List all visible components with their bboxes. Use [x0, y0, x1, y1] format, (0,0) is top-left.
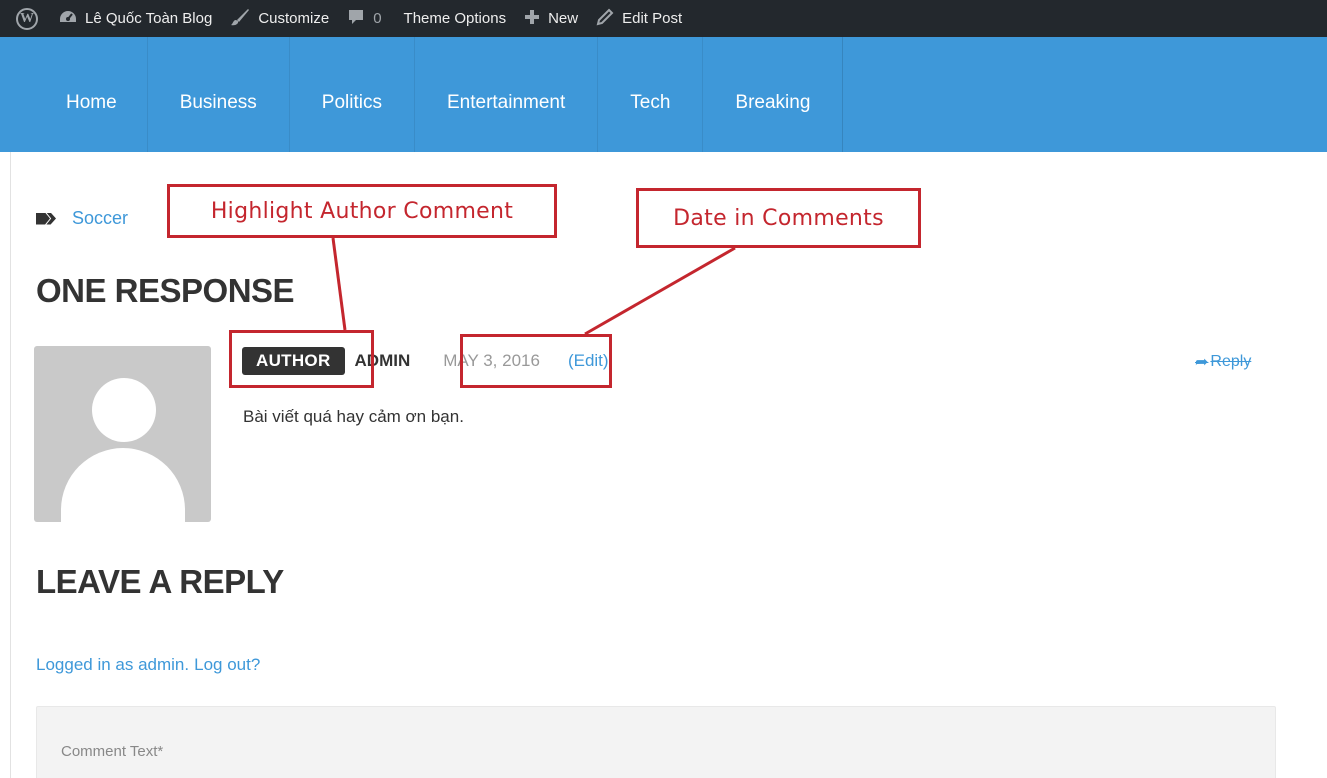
- customize-label: Customize: [258, 10, 330, 27]
- main-navigation: Home Business Politics Entertainment Tec…: [0, 37, 1327, 152]
- nav-item-entertainment[interactable]: Entertainment: [415, 37, 599, 152]
- edit-post-label: Edit Post: [622, 10, 683, 27]
- comments-link[interactable]: 0: [338, 0, 394, 37]
- reply-heading: LEAVE A REPLY: [36, 563, 284, 600]
- content-divider: [10, 152, 11, 778]
- comment-text: Bài viết quá hay cảm ơn bạn.: [243, 407, 464, 426]
- site-name-label: Lê Quốc Toàn Blog: [85, 10, 213, 27]
- logout-link[interactable]: Log out?: [194, 655, 260, 675]
- reply-arrow-icon: ➦: [1195, 354, 1209, 371]
- dashboard-icon: [59, 9, 77, 29]
- admin-bar: W Lê Quốc Toàn Blog Customize 0 Theme Op…: [0, 0, 1327, 37]
- logged-in-notice: Logged in as admin. Log out?: [36, 655, 260, 675]
- customize-link[interactable]: Customize: [221, 0, 338, 37]
- tags-icon: [36, 211, 58, 227]
- comment-textarea[interactable]: Comment Text*: [36, 706, 1276, 778]
- pencil-icon: [596, 8, 614, 30]
- plus-icon: [524, 9, 540, 29]
- theme-options-link[interactable]: Theme Options: [395, 0, 516, 37]
- post-tags: Soccer: [36, 208, 128, 229]
- comment-placeholder: Comment Text*: [61, 743, 164, 760]
- annotation-highlight-author: Highlight Author Comment: [167, 184, 557, 238]
- annotation-date-in-comments: Date in Comments: [636, 188, 921, 248]
- avatar-body-shape: [61, 448, 185, 522]
- edit-post-link[interactable]: Edit Post: [587, 0, 691, 37]
- avatar: [34, 346, 211, 522]
- reply-label: Reply: [1210, 353, 1252, 370]
- nav-item-tech[interactable]: Tech: [598, 37, 704, 152]
- nav-item-politics[interactable]: Politics: [290, 37, 415, 152]
- annotation-box-date: [460, 334, 612, 388]
- comment-bubble-icon: [347, 8, 365, 30]
- brush-icon: [230, 8, 250, 30]
- annotation-box-author-badge: [229, 330, 374, 388]
- wordpress-logo-button[interactable]: W: [0, 0, 50, 37]
- new-label: New: [548, 10, 579, 27]
- logged-in-link[interactable]: Logged in as admin.: [36, 655, 189, 675]
- comment-reply-link[interactable]: ➦ Reply: [1195, 352, 1251, 372]
- new-content-link[interactable]: New: [515, 0, 587, 37]
- comments-count: 0: [373, 10, 382, 27]
- nav-item-home[interactable]: Home: [0, 37, 148, 152]
- theme-options-label: Theme Options: [403, 10, 507, 27]
- tag-link-soccer[interactable]: Soccer: [72, 208, 128, 229]
- wordpress-logo-icon: W: [16, 7, 38, 30]
- site-name-link[interactable]: Lê Quốc Toàn Blog: [50, 0, 221, 37]
- nav-item-business[interactable]: Business: [148, 37, 290, 152]
- comments-heading: ONE RESPONSE: [36, 272, 295, 309]
- nav-item-breaking[interactable]: Breaking: [703, 37, 844, 152]
- avatar-head-shape: [92, 378, 156, 442]
